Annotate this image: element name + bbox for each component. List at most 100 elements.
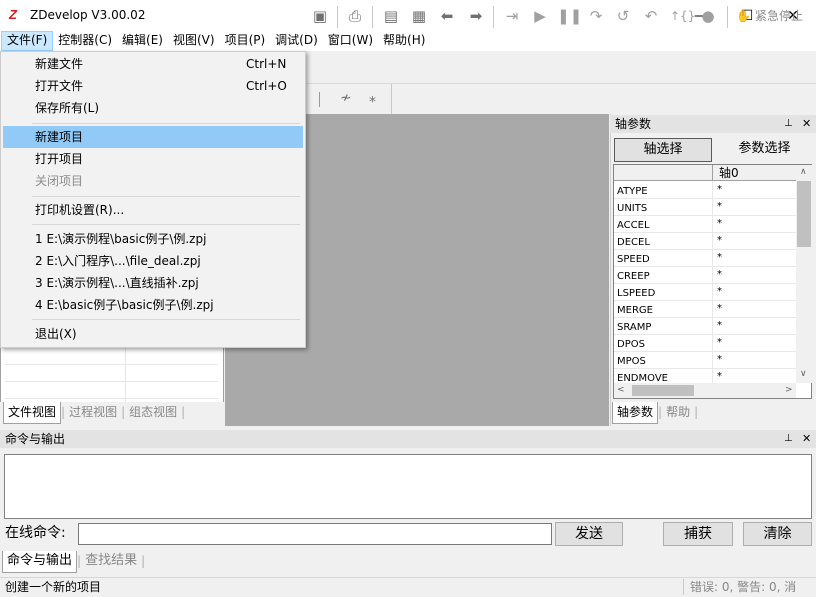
menu-bar: 文件(F) 控制器(C) 编辑(E) 视图(V) 项目(P) 调试(D) 窗口(…: [0, 31, 816, 51]
menu-item-open-file[interactable]: 打开文件 Ctrl+O: [3, 75, 303, 97]
grid-row: [5, 348, 218, 365]
menu-separator: [32, 224, 300, 225]
param-value[interactable]: *: [717, 181, 722, 198]
scrollbar-thumb[interactable]: [632, 385, 694, 396]
capture-button[interactable]: 捕获: [663, 522, 733, 546]
clear-button[interactable]: 清除: [743, 522, 812, 546]
axis-panel-tabs: 轴参数 | 帮助 |: [612, 402, 816, 426]
menu-controller[interactable]: 控制器(C): [53, 31, 117, 51]
param-name: ACCEL: [617, 220, 650, 231]
param-value[interactable]: *: [717, 317, 722, 334]
compile-icon[interactable]: ▦: [409, 6, 429, 26]
save-icon[interactable]: ▣: [310, 6, 330, 26]
param-name: MERGE: [617, 305, 653, 316]
menu-edit[interactable]: 编辑(E): [117, 31, 168, 51]
param-value[interactable]: *: [717, 215, 722, 232]
tab-command-output[interactable]: 命令与输出: [2, 551, 78, 573]
menu-item-new-project[interactable]: 新建项目: [3, 126, 303, 148]
forward-arrow-icon[interactable]: ➡: [466, 6, 486, 26]
menu-view[interactable]: 视图(V): [168, 31, 220, 51]
menu-separator: [32, 196, 300, 197]
status-message: 创建一个新的项目: [5, 580, 102, 594]
menu-item-recent-3[interactable]: 3 E:\演示例程\...\直线插补.zpj: [3, 272, 303, 294]
tab-help[interactable]: 帮助: [662, 402, 694, 424]
tab-axis-params[interactable]: 轴参数: [612, 402, 659, 424]
tab-config-view[interactable]: 组态视图: [125, 402, 181, 424]
menu-item-new-file[interactable]: 新建文件 Ctrl+N: [3, 53, 303, 75]
hand-icon: ✋: [736, 9, 751, 23]
axis-select-button[interactable]: 轴选择: [614, 138, 712, 162]
menu-help[interactable]: 帮助(H): [378, 31, 430, 51]
pin-icon[interactable]: ⊥: [784, 118, 793, 129]
param-value[interactable]: *: [717, 266, 722, 283]
scroll-left-icon[interactable]: <: [617, 385, 625, 395]
tab-find-results[interactable]: 查找结果: [81, 551, 141, 573]
step-over-icon[interactable]: ↺: [613, 6, 633, 26]
scroll-right-icon[interactable]: >: [785, 385, 793, 395]
scrollbar-thumb[interactable]: [797, 181, 811, 247]
scroll-down-icon[interactable]: ∨: [800, 369, 807, 379]
back-arrow-icon[interactable]: ⬅: [437, 6, 457, 26]
step-out-icon[interactable]: ↶: [641, 6, 661, 26]
print-icon[interactable]: ⎙: [345, 6, 365, 26]
breakpoint-icon[interactable]: ●: [698, 6, 718, 26]
window-title: ZDevelop V3.00.02: [30, 8, 146, 22]
online-command-input[interactable]: [78, 523, 552, 545]
menu-window[interactable]: 窗口(W): [323, 31, 378, 51]
param-value[interactable]: *: [717, 232, 722, 249]
param-value[interactable]: *: [717, 334, 722, 351]
param-value[interactable]: *: [717, 300, 722, 317]
grid-header-divider: [712, 165, 713, 181]
command-output-title-text: 命令与输出: [5, 432, 66, 446]
menu-item-open-project[interactable]: 打开项目: [3, 148, 303, 170]
grid-row: [5, 365, 218, 382]
step-into-icon[interactable]: ↷: [586, 6, 606, 26]
param-value[interactable]: *: [717, 283, 722, 300]
pin-icon[interactable]: ⊥: [784, 433, 793, 444]
menu-item-save-all[interactable]: 保存所有(L): [3, 97, 303, 119]
uncomment-icon[interactable]: ≁: [340, 90, 352, 106]
scroll-up-icon[interactable]: ∧: [800, 167, 807, 177]
menu-file[interactable]: 文件(F): [1, 31, 54, 51]
menu-item-exit[interactable]: 退出(X): [3, 323, 303, 345]
pause-icon[interactable]: ❚❚: [557, 6, 582, 26]
menu-item-label: 打开文件: [35, 79, 84, 93]
send-button[interactable]: 发送: [555, 522, 623, 546]
run-to-cursor-icon[interactable]: ↑{}: [670, 6, 695, 26]
param-value[interactable]: *: [717, 249, 722, 266]
param-value[interactable]: *: [717, 198, 722, 215]
param-name: ATYPE: [617, 186, 648, 197]
param-name: CREEP: [617, 271, 650, 282]
param-name: DPOS: [617, 339, 645, 350]
axis-params-title-text: 轴参数: [615, 117, 652, 131]
param-value[interactable]: *: [717, 351, 722, 368]
grid-header: [614, 165, 797, 181]
tab-file-view[interactable]: 文件视图: [3, 402, 62, 424]
download-icon[interactable]: ▤: [381, 6, 401, 26]
comment-icon[interactable]: ⁎: [369, 90, 376, 106]
param-name: LSPEED: [617, 288, 656, 299]
command-output-area[interactable]: [4, 454, 812, 519]
emergency-stop-label: 紧急停止: [754, 9, 803, 23]
menu-separator: [32, 123, 300, 124]
param-select-button[interactable]: 参数选择: [716, 138, 813, 162]
left-panel-tabs: 文件视图 | 过程视图 | 组态视图 |: [0, 402, 224, 426]
tab-process-view[interactable]: 过程视图: [65, 402, 121, 424]
shortcut-label: Ctrl+N: [246, 57, 287, 71]
command-output-title: 命令与输出: [0, 430, 816, 448]
menu-item-printer-setup[interactable]: 打印机设置(R)...: [3, 199, 303, 221]
param-value[interactable]: *: [717, 368, 722, 383]
menu-item-recent-4[interactable]: 4 E:\basic例子\basic例子\例.zpj: [3, 294, 303, 316]
menu-item-recent-2[interactable]: 2 E:\入门程序\...\file_deal.zpj: [3, 250, 303, 272]
run-icon[interactable]: ▶: [530, 6, 550, 26]
emergency-stop-button[interactable]: ✋ 紧急停止: [736, 6, 803, 26]
menu-item-recent-1[interactable]: 1 E:\演示例程\basic例子\例.zpj: [3, 228, 303, 250]
close-icon[interactable]: ✕: [802, 432, 811, 445]
close-icon[interactable]: ✕: [802, 117, 811, 130]
status-errors: 错误: 0, 警告: 0, 消: [683, 579, 816, 595]
axis-0-column-header: 轴0: [719, 166, 739, 180]
menu-debug[interactable]: 调试(D): [270, 31, 323, 51]
menu-project[interactable]: 项目(P): [220, 31, 271, 51]
toolbar-separator: [727, 6, 728, 28]
step-icon[interactable]: ⇥: [502, 6, 522, 26]
